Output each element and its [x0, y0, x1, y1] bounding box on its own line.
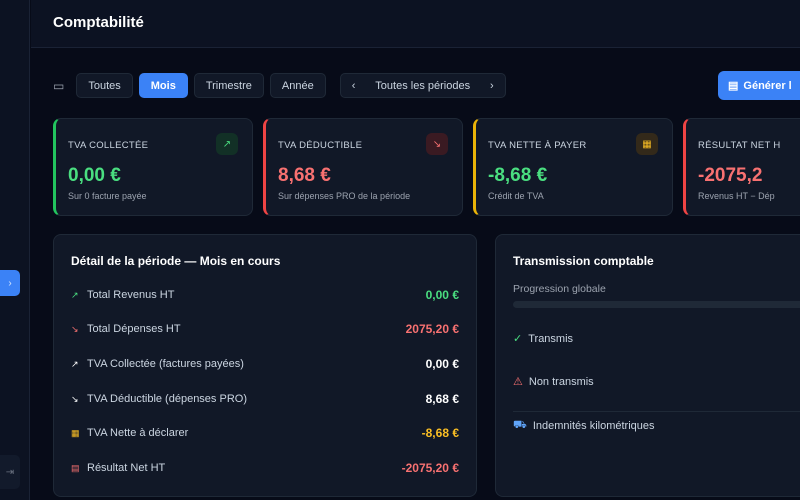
period-detail-panel: Détail de la période — Mois en cours ↗ To…: [53, 234, 477, 497]
period-label: Toutes les périodes: [375, 79, 471, 92]
trending-down-icon: ↘: [71, 323, 79, 334]
prev-period-button[interactable]: ‹: [352, 80, 356, 92]
trending-down-icon: ↘: [71, 393, 79, 404]
period-navigator: ‹ Toutes les périodes ›: [339, 73, 506, 98]
header: Comptabilité: [31, 0, 800, 48]
document-icon: ▤: [728, 80, 739, 92]
trending-up-icon: ↗: [216, 133, 238, 155]
page-title: Comptabilité: [53, 14, 144, 31]
filter-toutes[interactable]: Toutes: [76, 73, 133, 98]
status-transmitted: ✓ Transmis: [513, 332, 574, 346]
calculator-icon: ▦: [71, 427, 80, 438]
card-value: -2075,2: [698, 165, 763, 186]
logout-icon[interactable]: ⇥: [0, 455, 20, 489]
receipt-icon: ▤: [71, 462, 80, 473]
filter-mois[interactable]: Mois: [138, 73, 188, 98]
card-tva-deductible: TVA DÉDUCTIBLE ↘ 8,68 € Sur dépenses PRO…: [263, 118, 463, 216]
mileage-allowances: ⛟ Indemnités kilométriques: [513, 419, 655, 432]
card-label: TVA NETTE À PAYER: [488, 140, 587, 151]
sidebar-expand-button[interactable]: ›: [0, 270, 20, 296]
filter-annee[interactable]: Année: [269, 73, 326, 98]
card-tva-nette: TVA NETTE À PAYER ▦ -8,68 € Crédit de TV…: [473, 118, 673, 216]
card-label: RÉSULTAT NET H: [698, 140, 781, 151]
card-label: TVA DÉDUCTIBLE: [278, 140, 363, 151]
card-subtitle: Sur dépenses PRO de la période: [278, 191, 411, 201]
card-subtitle: Revenus HT − Dép: [698, 191, 775, 201]
card-subtitle: Sur 0 facture payée: [68, 191, 147, 201]
panel-title: Transmission comptable: [513, 254, 654, 268]
period-filters: ▭ Toutes Mois Trimestre Année ‹ Toutes l…: [53, 73, 506, 98]
card-subtitle: Crédit de TVA: [488, 191, 544, 201]
generate-button[interactable]: ▤ Générer l: [718, 71, 800, 100]
detail-row: ▦ TVA Nette à déclarer -8,68 €: [71, 426, 459, 440]
detail-row: ↘ TVA Déductible (dépenses PRO) 8,68 €: [71, 392, 459, 406]
card-value: 8,68 €: [278, 165, 331, 186]
trending-up-icon: ↗: [71, 358, 79, 369]
trending-up-icon: ↗: [71, 289, 79, 300]
card-value: 0,00 €: [68, 165, 121, 186]
progress-bar: [513, 301, 800, 308]
sidebar: › ⇥: [0, 0, 30, 500]
calculator-icon: ▦: [636, 133, 658, 155]
transmission-panel: Transmission comptable Progression globa…: [495, 234, 800, 497]
detail-row: ↘ Total Dépenses HT 2075,20 €: [71, 322, 459, 336]
check-circle-icon: ✓: [513, 333, 523, 345]
detail-row: ↗ Total Revenus HT 0,00 €: [71, 288, 459, 302]
panel-title: Détail de la période — Mois en cours: [71, 254, 281, 268]
car-icon: ⛟: [513, 419, 527, 431]
filter-trimestre[interactable]: Trimestre: [193, 73, 264, 98]
detail-row: ↗ TVA Collectée (factures payées) 0,00 €: [71, 357, 459, 371]
divider: [513, 411, 800, 412]
status-not-transmitted: ⚠ Non transmis: [513, 375, 594, 389]
trending-down-icon: ↘: [426, 133, 448, 155]
card-label: TVA COLLECTÉE: [68, 140, 149, 151]
card-tva-collectee: TVA COLLECTÉE ↗ 0,00 € Sur 0 facture pay…: [53, 118, 253, 216]
detail-row: ▤ Résultat Net HT -2075,20 €: [71, 461, 459, 475]
progress-label: Progression globale: [513, 283, 606, 295]
card-value: -8,68 €: [488, 165, 548, 186]
card-resultat-net: RÉSULTAT NET H -2075,2 Revenus HT − Dép: [683, 118, 800, 216]
warning-icon: ⚠: [513, 376, 523, 388]
next-period-button[interactable]: ›: [490, 80, 494, 92]
calendar-icon: ▭: [53, 78, 65, 93]
